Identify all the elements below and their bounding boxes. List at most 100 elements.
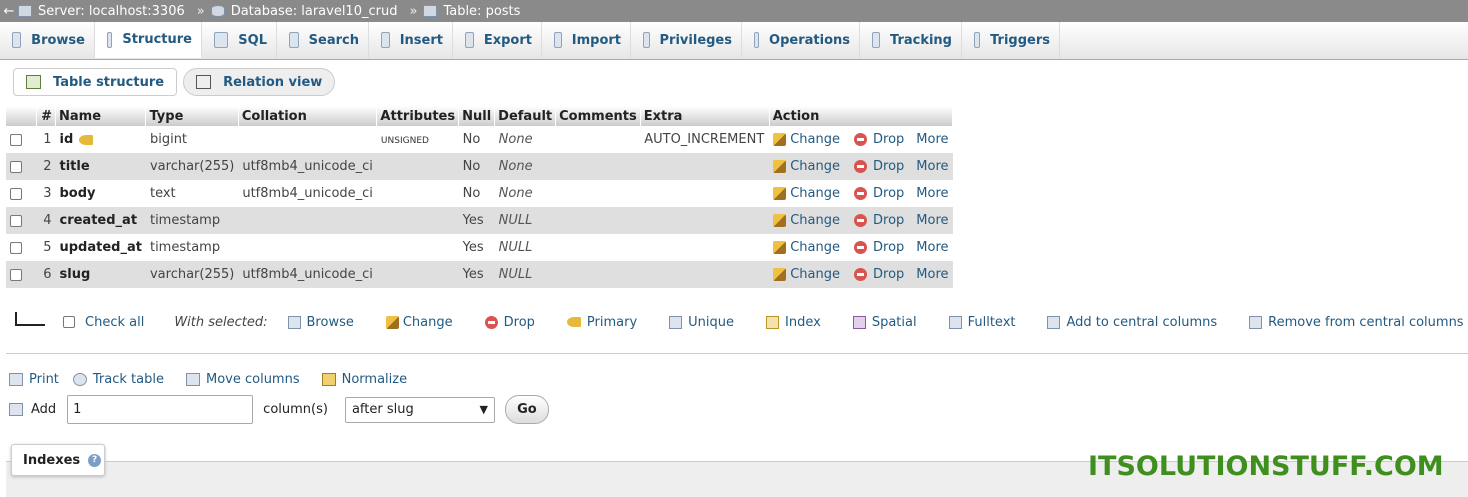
drop-button[interactable]: Drop — [854, 240, 904, 255]
bulk-change-button[interactable]: Change — [385, 315, 453, 330]
with-selected-label: With selected: — [174, 314, 268, 330]
bulk-browse-button[interactable]: Browse — [287, 315, 354, 330]
header-name[interactable]: Name — [55, 106, 147, 126]
remove-central-columns-button[interactable]: Remove from central columns — [1249, 314, 1464, 330]
move-label: Move columns — [205, 372, 300, 387]
change-button[interactable]: Change — [773, 186, 840, 201]
database-icon — [210, 5, 225, 17]
change-button[interactable]: Change — [773, 240, 840, 255]
bulk-primary-label: Primary — [586, 314, 638, 330]
row-checkbox[interactable] — [10, 268, 22, 281]
row-checkbox[interactable] — [10, 160, 22, 173]
table-structure-button[interactable]: Table structure — [13, 68, 178, 96]
bulk-primary-button[interactable]: Primary — [566, 314, 638, 330]
row-num: 6 — [36, 261, 56, 288]
header-collation[interactable]: Collation — [238, 106, 378, 126]
tab-export[interactable]: Export — [453, 22, 542, 58]
triggers-icon — [974, 32, 981, 48]
add-central-columns-button[interactable]: Add to central columns — [1047, 315, 1217, 330]
relation-view-button[interactable]: Relation view — [183, 68, 336, 96]
breadcrumb-server[interactable]: Server: localhost:3306 — [18, 4, 185, 19]
tab-browse[interactable]: Browse — [0, 22, 95, 58]
tab-operations[interactable]: Operations — [742, 22, 860, 58]
column-count-input[interactable]: 1 — [67, 395, 254, 424]
more-button[interactable]: More — [916, 267, 948, 282]
header-null[interactable]: Null — [458, 106, 496, 126]
row-checkbox[interactable] — [10, 187, 22, 200]
row-select-cell — [6, 207, 37, 234]
drop-button[interactable]: Drop — [854, 186, 904, 201]
column-position-select[interactable]: after slug ▼ — [344, 396, 495, 423]
track-label: Track table — [92, 372, 164, 387]
field-name-cell: created_at — [55, 207, 146, 234]
table-structure-icon — [26, 75, 41, 89]
drop-label: Drop — [873, 213, 905, 228]
indexes-toggle[interactable]: Indexes? — [11, 444, 105, 476]
change-button[interactable]: Change — [773, 267, 840, 282]
more-button[interactable]: More — [916, 213, 948, 228]
row-select-cell — [6, 126, 37, 153]
header-attributes[interactable]: Attributes — [376, 106, 460, 126]
field-name-cell: body — [55, 180, 146, 207]
back-icon[interactable]: ← — [0, 4, 18, 19]
tab-search[interactable]: Search — [277, 22, 369, 58]
change-button[interactable]: Change — [773, 213, 840, 228]
tab-import[interactable]: Import — [542, 22, 631, 58]
tab-label: Insert — [399, 32, 443, 48]
row-select-cell — [6, 180, 37, 207]
bulk-drop-button[interactable]: Drop — [484, 315, 535, 330]
bulk-unique-button[interactable]: Unique — [669, 315, 734, 330]
field-collation: utf8mb4_unicode_ci — [238, 261, 377, 288]
move-columns-icon — [185, 373, 200, 386]
track-table-button[interactable]: Track table — [72, 372, 164, 387]
header-extra[interactable]: Extra — [640, 106, 770, 126]
remove-central-label: Remove from central columns — [1268, 314, 1464, 330]
go-button[interactable]: Go — [504, 395, 549, 424]
breadcrumb-table[interactable]: Table: posts — [423, 4, 520, 19]
move-columns-button[interactable]: Move columns — [185, 372, 300, 387]
check-all-label[interactable]: Check all — [85, 315, 144, 330]
header-type[interactable]: Type — [145, 106, 239, 126]
check-all-checkbox[interactable] — [63, 316, 75, 328]
normalize-button[interactable]: Normalize — [321, 372, 407, 387]
drop-button[interactable]: Drop — [854, 213, 904, 228]
tab-privileges[interactable]: Privileges — [631, 22, 742, 58]
field-type: timestamp — [145, 207, 239, 234]
import-icon — [554, 32, 562, 48]
table-icon — [423, 5, 438, 17]
bulk-index-button[interactable]: Index — [766, 315, 821, 330]
tab-insert[interactable]: Insert — [369, 22, 453, 58]
change-button[interactable]: Change — [773, 159, 840, 174]
breadcrumb: ← Server: localhost:3306 » Database: lar… — [0, 0, 1468, 22]
field-comments — [555, 180, 641, 207]
tab-sql[interactable]: SQL — [202, 22, 277, 58]
field-null: Yes — [458, 261, 495, 288]
more-button[interactable]: More — [916, 186, 948, 201]
more-button[interactable]: More — [916, 240, 948, 255]
table-row: 2 title varchar(255) utf8mb4_unicode_ci No No… — [6, 153, 953, 180]
more-button[interactable]: More — [916, 159, 948, 174]
bulk-fulltext-button[interactable]: Fulltext — [948, 315, 1015, 330]
drop-button[interactable]: Drop — [854, 267, 904, 282]
field-extra — [640, 234, 770, 261]
row-checkbox[interactable] — [10, 133, 22, 146]
drop-button[interactable]: Drop — [854, 159, 904, 174]
header-comments[interactable]: Comments — [555, 106, 641, 126]
header-checkbox — [6, 106, 37, 126]
drop-button[interactable]: Drop — [854, 132, 904, 147]
header-default[interactable]: Default — [494, 106, 557, 126]
row-actions: Change Drop More — [769, 126, 953, 153]
tab-triggers[interactable]: Triggers — [962, 22, 1060, 58]
breadcrumb-database[interactable]: Database: laravel10_crud — [210, 4, 397, 19]
row-checkbox[interactable] — [10, 241, 22, 254]
tab-tracking[interactable]: Tracking — [860, 22, 962, 58]
table-row: 5 updated_at timestamp Yes NULL Change Drop Mor… — [6, 234, 953, 261]
more-button[interactable]: More — [916, 132, 948, 147]
print-button[interactable]: Print — [9, 372, 59, 387]
tab-structure[interactable]: Structure — [95, 22, 202, 58]
change-button[interactable]: Change — [773, 132, 840, 147]
help-icon[interactable]: ? — [88, 453, 102, 467]
bulk-spatial-button[interactable]: Spatial — [852, 315, 917, 330]
field-default: NULL — [498, 213, 533, 228]
row-checkbox[interactable] — [10, 214, 22, 227]
